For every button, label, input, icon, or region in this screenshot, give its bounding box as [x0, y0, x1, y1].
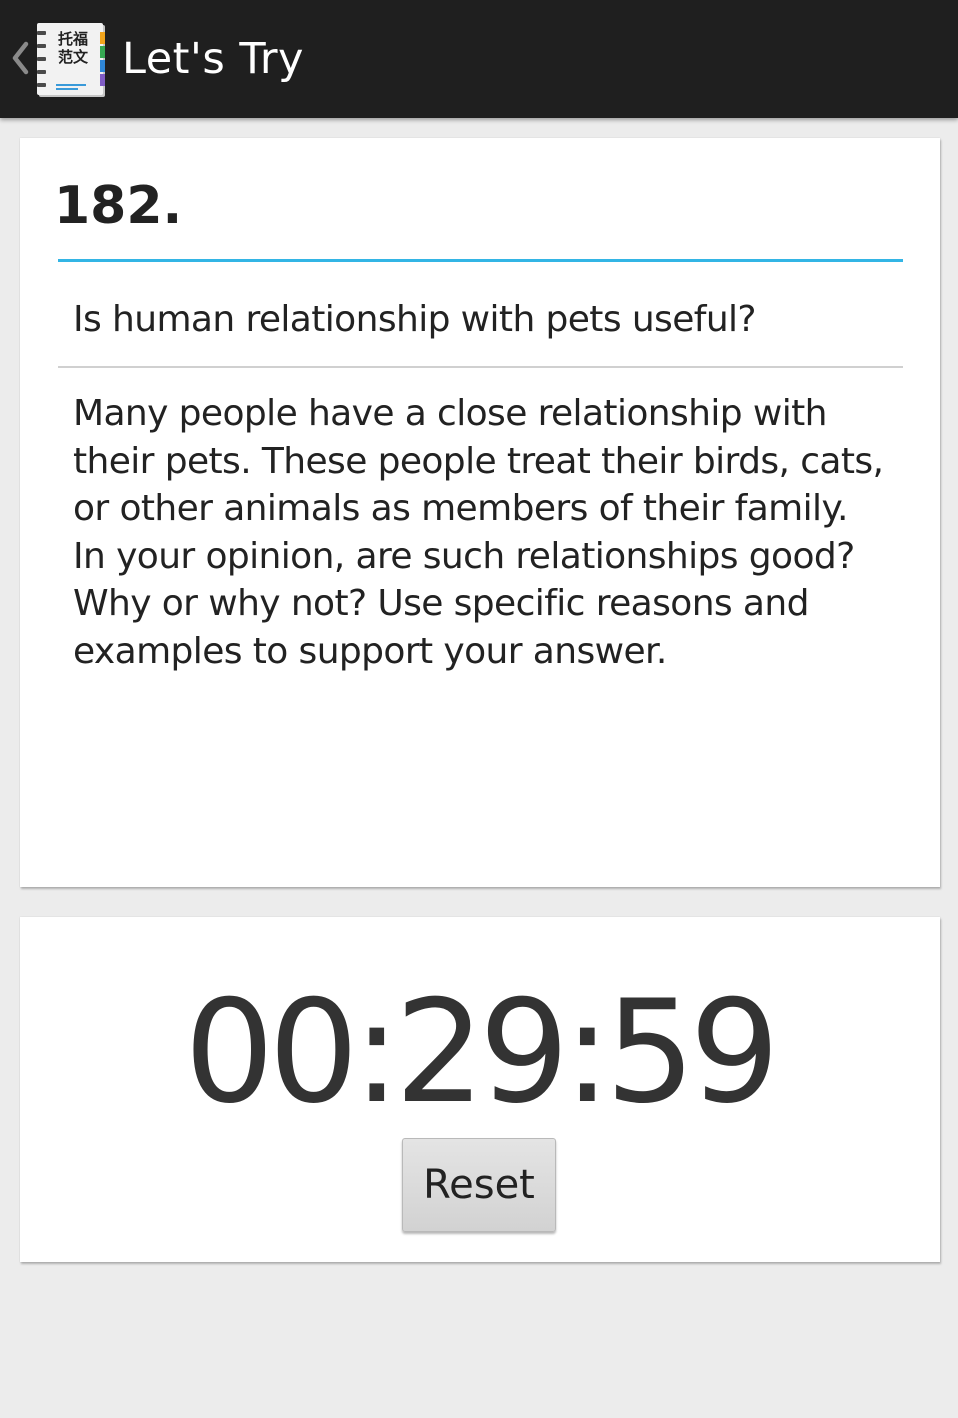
back-chevron-icon[interactable]	[6, 38, 32, 78]
reset-button[interactable]: Reset	[402, 1138, 556, 1232]
question-divider	[58, 366, 903, 368]
action-bar: 托福 范文 Let's Try	[0, 0, 958, 118]
screen-title: Let's Try	[122, 34, 304, 84]
countdown-timer: 00:29:59	[184, 970, 780, 1135]
app-logo-icon[interactable]: 托福 范文	[36, 22, 108, 98]
app-logo-text-line2: 范文	[58, 48, 89, 66]
topic-number: 182.	[54, 176, 183, 236]
title-divider	[58, 259, 903, 262]
app-logo-text-line1: 托福	[58, 30, 88, 48]
topic-prompt: Many people have a close relationship wi…	[73, 393, 884, 672]
topic-question: Is human relationship with pets useful?	[73, 299, 757, 340]
